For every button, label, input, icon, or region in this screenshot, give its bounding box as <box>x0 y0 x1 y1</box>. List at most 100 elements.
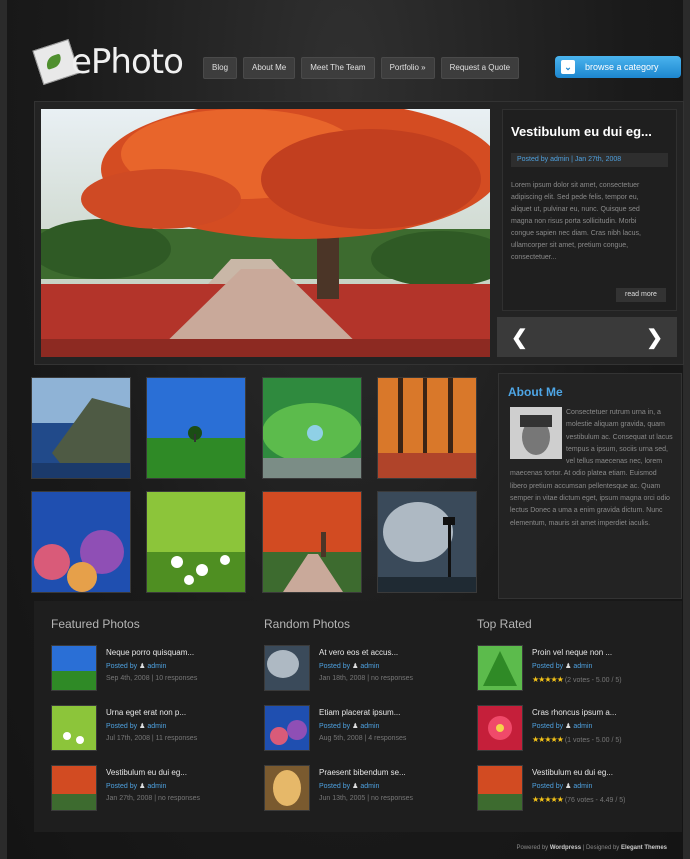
author-link[interactable]: admin <box>360 663 379 670</box>
user-icon: ♟ <box>352 723 359 730</box>
previous-arrow-icon[interactable]: ❮ <box>511 325 528 350</box>
avatar <box>510 407 566 463</box>
posted-by-label: Posted by <box>106 783 138 790</box>
list-item[interactable]: Urna eget erat non p... Posted by ♟ admi… <box>51 705 241 755</box>
main-nav: Blog About Me Meet The Team Portfolio » … <box>203 57 520 79</box>
list-item[interactable]: Cras rhoncus ipsum a... Posted by ♟ admi… <box>477 705 667 755</box>
author-link[interactable]: admin <box>360 723 379 730</box>
about-me-title: About Me <box>508 385 563 399</box>
powered-by-label: Powered by <box>516 845 549 851</box>
wordpress-link[interactable]: Wordpress <box>550 845 581 851</box>
item-title[interactable]: Vestibulum eu dui eg... <box>106 768 187 777</box>
item-thumbnail[interactable] <box>477 645 523 691</box>
item-title[interactable]: Proin vel neque non ... <box>532 648 612 657</box>
gallery-thumb-field[interactable] <box>146 377 246 479</box>
nav-request-quote[interactable]: Request a Quote <box>440 57 520 79</box>
gallery-thumb-reef[interactable] <box>31 491 131 593</box>
browse-label: browse a category <box>585 62 659 72</box>
rating-text: (1 votes - 5.00 / 5) <box>564 737 622 744</box>
item-thumbnail[interactable] <box>51 705 97 751</box>
item-title[interactable]: Praesent bibendum se... <box>319 768 406 777</box>
gallery-thumb-forest[interactable] <box>377 377 477 479</box>
author-link[interactable]: admin <box>147 663 166 670</box>
item-thumbnail[interactable] <box>264 705 310 751</box>
designed-by-label: | Designed by <box>581 845 620 851</box>
column-title: Top Rated <box>477 617 532 631</box>
posted-by-label: Posted by <box>319 783 351 790</box>
gallery-thumb-droplet[interactable] <box>262 377 362 479</box>
column-title: Random Photos <box>264 617 351 631</box>
chevron-down-icon: ⌄ <box>561 60 575 74</box>
author-link[interactable]: admin <box>147 723 166 730</box>
item-title[interactable]: Neque porro quisquam... <box>106 648 194 657</box>
logo[interactable]: ePhoto <box>32 38 187 90</box>
item-thumbnail[interactable] <box>477 765 523 811</box>
author-link[interactable]: admin <box>360 783 379 790</box>
about-me-widget: About Me Consectetuer rutrum urna in, a … <box>498 373 682 599</box>
item-date: Aug 5th, 2008 | 4 responses <box>319 735 407 742</box>
posted-by-label: Posted by <box>319 723 351 730</box>
item-rating: ★★★★★ (2 votes - 5.00 / 5) <box>532 675 622 684</box>
item-thumbnail[interactable] <box>51 765 97 811</box>
featured-image[interactable] <box>41 109 490 357</box>
gallery-thumb-lamp[interactable] <box>377 491 477 593</box>
nav-portfolio[interactable]: Portfolio » <box>380 57 435 79</box>
list-item[interactable]: Proin vel neque non ... Posted by ♟ admi… <box>477 645 667 695</box>
featured-post-title[interactable]: Vestibulum eu dui eg... <box>511 124 652 139</box>
item-author: Posted by ♟ admin <box>106 782 166 790</box>
posted-by-label: Posted by <box>319 663 351 670</box>
item-date: Jan 18th, 2008 | no responses <box>319 675 414 682</box>
item-date: Jul 17th, 2008 | 11 responses <box>106 735 198 742</box>
read-more-button[interactable]: read more <box>616 288 666 302</box>
list-item[interactable]: At vero eos et accus... Posted by ♟ admi… <box>264 645 454 695</box>
featured-post-meta: Posted by admin | Jan 27th, 2008 <box>511 153 668 167</box>
next-arrow-icon[interactable]: ❯ <box>646 325 663 350</box>
nav-blog[interactable]: Blog <box>203 57 238 79</box>
item-title[interactable]: Urna eget erat non p... <box>106 708 186 717</box>
rating-stars-icon: ★★★★★ <box>532 795 564 804</box>
user-icon: ♟ <box>565 723 572 730</box>
footer-credits: Powered by Wordpress | Designed by Elega… <box>516 845 667 851</box>
author-link[interactable]: admin <box>573 663 592 670</box>
list-item[interactable]: Praesent bibendum se... Posted by ♟ admi… <box>264 765 454 815</box>
nav-meet-the-team[interactable]: Meet The Team <box>301 57 375 79</box>
list-item[interactable]: Etiam placerat ipsum... Posted by ♟ admi… <box>264 705 454 755</box>
elegant-themes-link[interactable]: Elegant Themes <box>621 845 667 851</box>
posted-by-label: Posted by <box>532 783 564 790</box>
logo-text: ePhoto <box>71 42 184 82</box>
rating-stars-icon: ★★★★★ <box>532 675 564 684</box>
item-title[interactable]: Etiam placerat ipsum... <box>319 708 400 717</box>
user-icon: ♟ <box>565 663 572 670</box>
column-title: Featured Photos <box>51 617 140 631</box>
item-title[interactable]: At vero eos et accus... <box>319 648 398 657</box>
gallery-thumb-flowers[interactable] <box>146 491 246 593</box>
gallery-thumb-coast[interactable] <box>31 377 131 479</box>
page: ePhoto Blog About Me Meet The Team Portf… <box>7 0 684 859</box>
posted-by-label: Posted by <box>532 723 564 730</box>
item-thumbnail[interactable] <box>477 705 523 751</box>
item-author: Posted by ♟ admin <box>106 722 166 730</box>
author-link[interactable]: admin <box>573 783 592 790</box>
list-item[interactable]: Neque porro quisquam... Posted by ♟ admi… <box>51 645 241 695</box>
item-thumbnail[interactable] <box>264 765 310 811</box>
author-link[interactable]: admin <box>573 723 592 730</box>
list-item[interactable]: Vestibulum eu dui eg... Posted by ♟ admi… <box>51 765 241 815</box>
featured-post-panel: Vestibulum eu dui eg... Posted by admin … <box>502 109 677 311</box>
browse-category-button[interactable]: ⌄ browse a category <box>555 56 681 78</box>
list-item[interactable]: Vestibulum eu dui eg... Posted by ♟ admi… <box>477 765 667 815</box>
item-thumbnail[interactable] <box>264 645 310 691</box>
featured-post-excerpt: Lorem ipsum dolor sit amet, consectetuer… <box>511 182 641 261</box>
item-author: Posted by ♟ admin <box>106 662 166 670</box>
rating-text: (76 votes - 4.49 / 5) <box>564 797 626 804</box>
item-title[interactable]: Vestibulum eu dui eg... <box>532 768 613 777</box>
rating-text: (2 votes - 5.00 / 5) <box>564 677 622 684</box>
item-title[interactable]: Cras rhoncus ipsum a... <box>532 708 616 717</box>
featured-slider: Vestibulum eu dui eg... Posted by admin … <box>34 101 684 365</box>
item-rating: ★★★★★ (76 votes - 4.49 / 5) <box>532 795 626 804</box>
gallery-thumb-autumn-path[interactable] <box>262 491 362 593</box>
item-thumbnail[interactable] <box>51 645 97 691</box>
nav-about-me[interactable]: About Me <box>243 57 296 79</box>
item-author: Posted by ♟ admin <box>532 722 592 730</box>
author-link[interactable]: admin <box>147 783 166 790</box>
item-author: Posted by ♟ admin <box>319 782 379 790</box>
